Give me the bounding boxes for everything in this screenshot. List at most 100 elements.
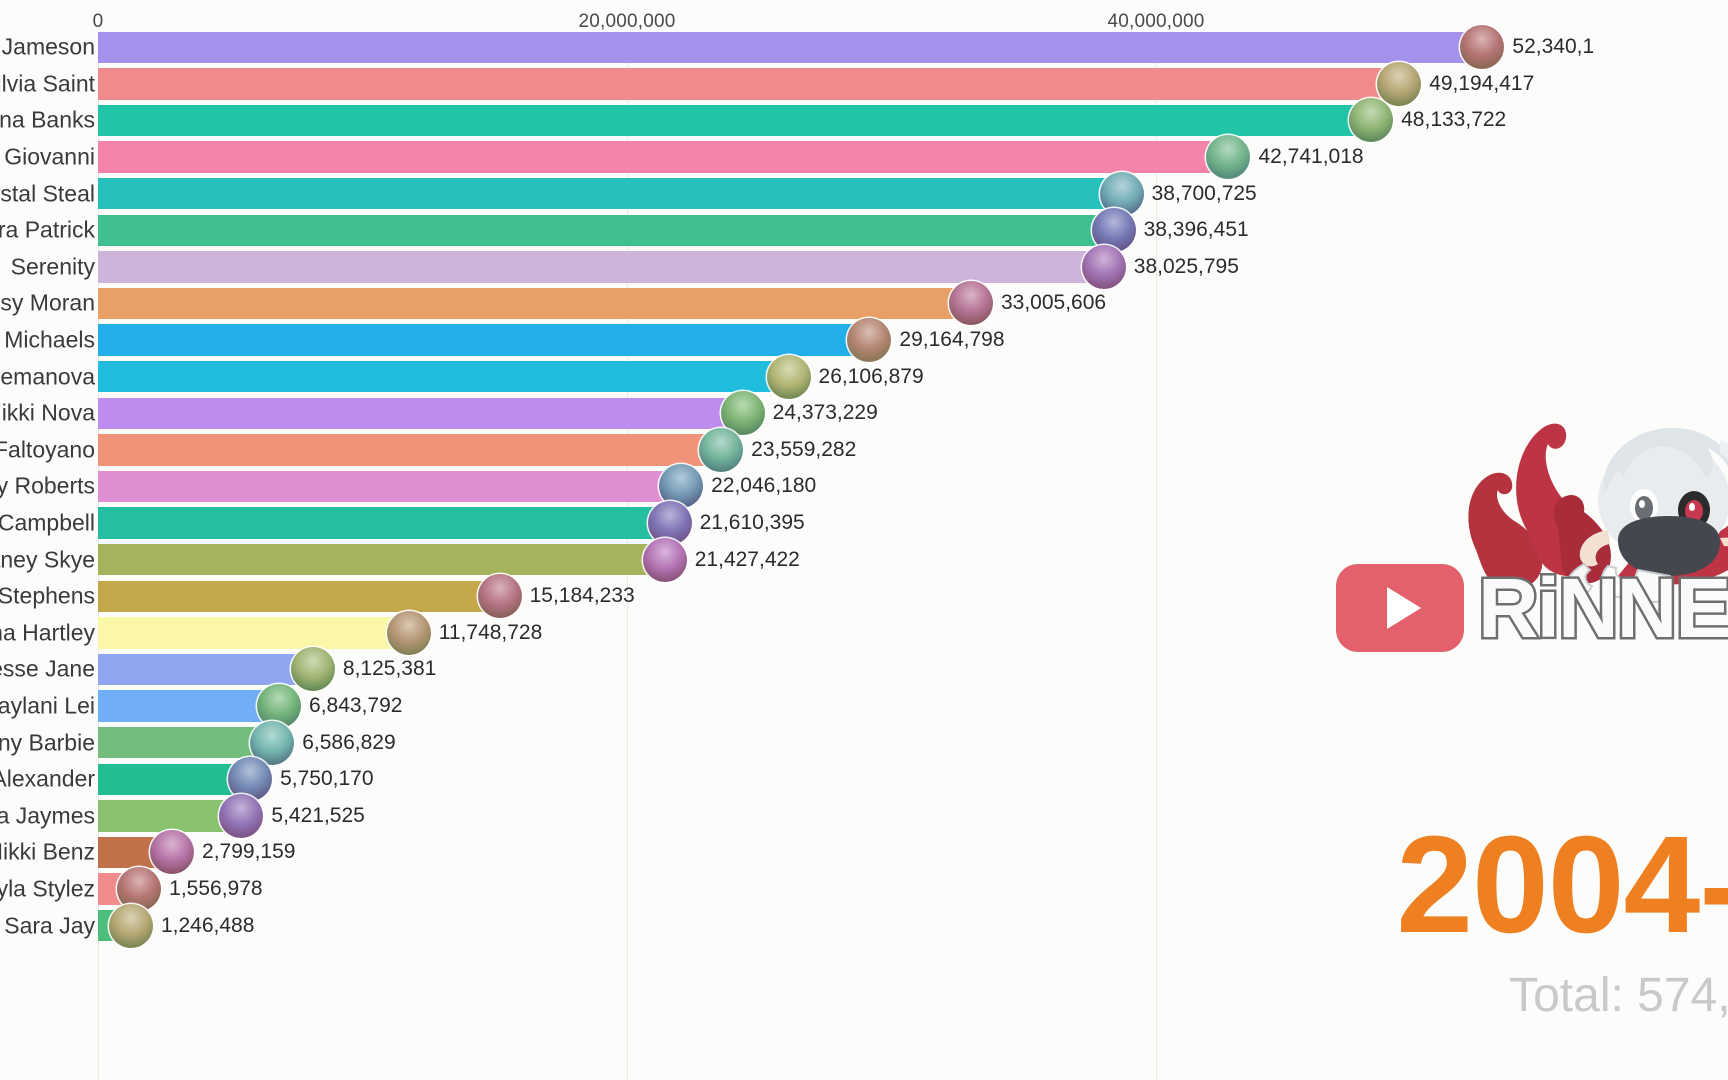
performer-avatar: [948, 281, 993, 326]
year-label: 2004-0: [1396, 808, 1728, 962]
bar-value-label: 1,556,978: [169, 877, 263, 901]
bar-row[interactable]: Serenity 38,025,795: [0, 244, 1728, 289]
bar-category-label: Tera Patrick: [0, 216, 95, 243]
bar[interactable]: [98, 68, 1400, 100]
channel-name: RiNNE: [1475, 561, 1728, 655]
bar-category-label: ber Michaels: [0, 326, 95, 353]
bar-category-label: Shyla Stylez: [0, 875, 95, 902]
bar-row[interactable]: ber Michaels 29,164,798: [0, 318, 1728, 363]
performer-avatar: [642, 537, 687, 582]
bar-category-label: riana Banks: [0, 106, 95, 133]
bar-row[interactable]: Crissy Moran 33,005,606: [0, 281, 1728, 326]
bar-row[interactable]: anny Barbie 6,586,829: [0, 720, 1728, 765]
bar-row[interactable]: ria Giovanni 42,741,018: [0, 135, 1728, 180]
performer-avatar: [1081, 244, 1126, 289]
bar-category-label: anny Barbie: [0, 729, 95, 756]
bar-row[interactable]: Tera Patrick 38,396,451: [0, 208, 1728, 253]
bar-value-label: 29,164,798: [899, 328, 1005, 352]
bar-category-label: na Jameson: [0, 33, 95, 60]
bar-category-label: wny Roberts: [0, 472, 95, 499]
bar-value-label: 6,843,792: [309, 694, 403, 718]
bar-value-label: 2,799,159: [202, 840, 296, 864]
bar-value-label: 8,125,381: [342, 657, 437, 681]
bar-category-label: Nikki Benz: [0, 838, 95, 865]
bar-value-label: 23,559,282: [751, 437, 857, 461]
bar-category-label: ria Giovanni: [0, 143, 95, 170]
bar-value-label: 6,586,829: [302, 730, 396, 754]
chart-canvas: 020,000,00040,000,000 na Jameson52,340,1…: [0, 0, 1728, 1080]
bar[interactable]: [98, 104, 1372, 137]
bar-value-label: 38,396,451: [1143, 218, 1249, 242]
performer-avatar: [108, 903, 153, 948]
bar[interactable]: [98, 580, 500, 612]
bar-category-label: Jesse Jane: [0, 655, 95, 682]
bar-value-label: 38,700,725: [1151, 181, 1257, 205]
performer-avatar: [1206, 135, 1251, 180]
channel-watermark: RiNNE: [1328, 380, 1728, 670]
bar-category-label: Silvia Saint: [0, 70, 95, 97]
bar-category-label: Nikki Nova: [0, 399, 95, 426]
bar-row[interactable]: Kaylani Lei 6,843,792: [0, 684, 1728, 729]
bar-category-label: Serenity: [10, 253, 95, 280]
bar-value-label: 11,748,728: [438, 620, 543, 644]
bar[interactable]: [98, 251, 1104, 283]
bar-value-label: 22,046,180: [711, 474, 817, 498]
bar[interactable]: [98, 653, 313, 686]
bar[interactable]: [98, 543, 665, 576]
bar-value-label: 26,106,879: [818, 364, 924, 388]
bar-value-label: 49,194,417: [1429, 71, 1535, 95]
bar-category-label: Sara Jay: [4, 912, 95, 939]
bar-value-label: 5,750,170: [280, 767, 374, 791]
bar-category-label: ca Campbell: [0, 509, 95, 536]
bar-category-label: Krystal Steal: [0, 180, 95, 207]
performer-avatar: [1349, 98, 1394, 143]
youtube-brand-logo: RiNNE: [1336, 561, 1728, 655]
performer-avatar: [386, 610, 431, 655]
bar-value-label: 33,005,606: [1000, 291, 1107, 315]
bar[interactable]: [98, 141, 1229, 173]
bar[interactable]: [98, 726, 273, 759]
performer-avatar: [699, 427, 744, 472]
bar-value-label: 21,427,422: [694, 547, 800, 571]
bar-value-label: 15,184,233: [529, 584, 635, 608]
bar[interactable]: [98, 324, 870, 356]
bar[interactable]: [98, 287, 971, 320]
bar-value-label: 1,246,488: [160, 913, 255, 937]
bar-category-label: Kaylani Lei: [0, 692, 95, 719]
bar-value-label: 24,373,229: [772, 401, 878, 425]
performer-avatar: [847, 318, 892, 363]
bar-category-label: Nina Hartley: [0, 619, 95, 646]
bar[interactable]: [98, 360, 789, 393]
performer-avatar: [1460, 25, 1505, 70]
bar-row[interactable]: riana Banks 48,133,722: [0, 98, 1728, 143]
bar-category-label: Crissy Moran: [0, 289, 95, 316]
bar-value-label: 42,741,018: [1258, 145, 1364, 169]
bar-value-label: 38,025,795: [1133, 254, 1239, 278]
bar[interactable]: [98, 470, 682, 503]
bar-category-label: rittney Skye: [0, 546, 95, 573]
bar[interactable]: [98, 617, 409, 649]
bar[interactable]: [98, 690, 280, 722]
bar-value-label: 48,133,722: [1401, 108, 1507, 132]
performer-avatar: [477, 574, 522, 619]
bar[interactable]: [98, 507, 670, 539]
bar-row[interactable]: e Alexander 5,750,170: [0, 757, 1728, 802]
performer-avatar: [219, 793, 264, 838]
bar[interactable]: [98, 434, 722, 466]
bar-row[interactable]: Silvia Saint 49,194,417: [0, 61, 1728, 106]
bar[interactable]: [98, 214, 1114, 246]
bar-value-label: 5,421,525: [271, 803, 365, 827]
youtube-play-icon: [1336, 564, 1464, 652]
bar-row[interactable]: na Jameson 52,340,1: [0, 25, 1728, 70]
bar-category-label: ele Stephens: [0, 582, 95, 609]
bar-category-label: a Zemanova: [0, 363, 95, 390]
bar-category-label: e Alexander: [0, 765, 95, 792]
bar[interactable]: [98, 397, 743, 429]
bar[interactable]: [98, 177, 1122, 210]
bar[interactable]: [98, 31, 1483, 63]
bar-value-label: 21,610,395: [699, 511, 805, 535]
bar-row[interactable]: Krystal Steal 38,700,725: [0, 171, 1728, 216]
bar-value-label: 52,340,1: [1512, 35, 1595, 59]
bar-category-label: sica Jaymes: [0, 802, 95, 829]
performer-avatar: [766, 354, 811, 399]
